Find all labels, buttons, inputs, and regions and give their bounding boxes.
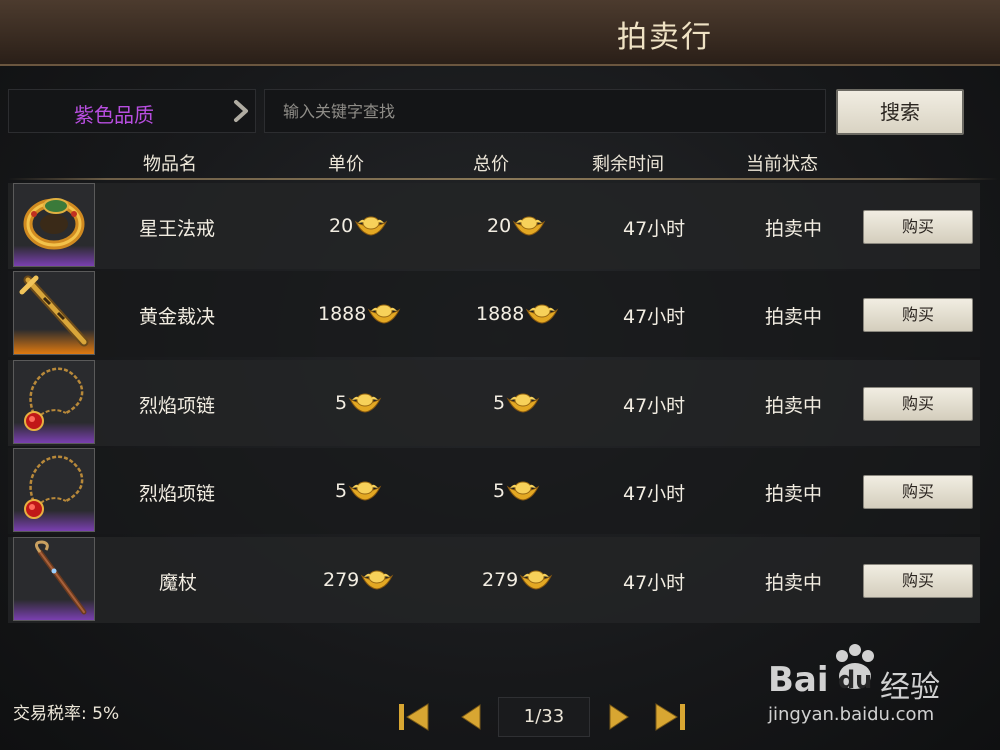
total-price-value: 5 bbox=[493, 392, 506, 414]
auction-status: 拍卖中 bbox=[765, 395, 823, 417]
item-slot[interactable] bbox=[13, 448, 95, 532]
tax-rate: 交易税率: 5% bbox=[13, 704, 120, 724]
table-row[interactable]: 星王法戒 20 20 47小时 拍卖中 购买 bbox=[8, 183, 980, 269]
item-slot[interactable] bbox=[13, 271, 95, 355]
header-divider bbox=[8, 178, 998, 180]
remaining-time: 47小时 bbox=[623, 218, 686, 240]
column-header-total-price: 总价 bbox=[473, 154, 509, 175]
gold-ingot-icon bbox=[526, 304, 559, 324]
chevron-right-icon bbox=[234, 100, 248, 122]
unit-price: 20 bbox=[329, 214, 388, 238]
unit-price-value: 5 bbox=[335, 480, 348, 502]
gold-ingot-icon bbox=[506, 481, 540, 501]
last-page-icon[interactable] bbox=[652, 700, 688, 734]
item-name: 烈焰项链 bbox=[139, 395, 216, 417]
necklace-icon bbox=[24, 367, 84, 431]
buy-button[interactable]: 购买 bbox=[863, 298, 973, 332]
search-input[interactable] bbox=[264, 89, 826, 133]
total-price: 5 bbox=[493, 479, 540, 503]
watermark-brand: Bai bbox=[768, 660, 829, 700]
column-header-remaining-time: 剩余时间 bbox=[592, 154, 664, 175]
table-row[interactable]: 烈焰项链 5 5 47小时 拍卖中 购买 bbox=[8, 360, 980, 446]
item-name: 星王法戒 bbox=[139, 218, 216, 240]
remaining-time: 47小时 bbox=[623, 306, 686, 328]
remaining-time: 47小时 bbox=[623, 395, 686, 417]
column-header-unit-price: 单价 bbox=[328, 154, 364, 175]
ring-icon bbox=[23, 198, 85, 250]
title-bar: 拍卖行 bbox=[0, 0, 1000, 66]
gold-ingot-icon bbox=[519, 570, 553, 590]
table-row[interactable]: 烈焰项链 5 5 47小时 拍卖中 购买 bbox=[8, 448, 980, 534]
gold-ingot-icon bbox=[360, 570, 394, 590]
next-page-icon[interactable] bbox=[600, 700, 636, 734]
total-price-value: 279 bbox=[482, 569, 519, 591]
table-row[interactable]: 黄金裁决 1888 1888 47小时 拍卖中 购买 bbox=[8, 271, 980, 357]
first-page-icon[interactable] bbox=[396, 700, 432, 734]
total-price-value: 5 bbox=[493, 480, 506, 502]
remaining-time: 47小时 bbox=[623, 483, 686, 505]
watermark-brand-du: du bbox=[838, 666, 873, 694]
unit-price: 279 bbox=[323, 568, 394, 592]
gold-ingot-icon bbox=[506, 393, 540, 413]
gold-ingot-icon bbox=[512, 216, 546, 236]
total-price: 5 bbox=[493, 391, 540, 415]
buy-button[interactable]: 购买 bbox=[863, 475, 973, 509]
item-name: 黄金裁决 bbox=[139, 306, 216, 328]
auction-status: 拍卖中 bbox=[765, 483, 823, 505]
auction-status: 拍卖中 bbox=[765, 572, 823, 594]
item-name: 魔杖 bbox=[159, 572, 198, 594]
item-slot[interactable] bbox=[13, 537, 95, 621]
unit-price-value: 5 bbox=[335, 392, 348, 414]
auction-status: 拍卖中 bbox=[765, 306, 823, 328]
quality-filter-label: 紫色品质 bbox=[74, 103, 154, 127]
item-name: 烈焰项链 bbox=[139, 483, 216, 505]
page-indicator: 1/33 bbox=[498, 697, 590, 737]
necklace-icon bbox=[24, 455, 84, 519]
gold-ingot-icon bbox=[368, 304, 401, 324]
remaining-time: 47小时 bbox=[623, 572, 686, 594]
watermark-jingyan: 经验 bbox=[880, 670, 940, 705]
total-price: 20 bbox=[487, 214, 546, 238]
table-row[interactable]: 魔杖 279 279 47小时 拍卖中 购买 bbox=[8, 537, 980, 623]
gold-ingot-icon bbox=[348, 393, 382, 413]
search-button[interactable]: 搜索 bbox=[836, 89, 964, 135]
staff-icon bbox=[35, 540, 87, 615]
column-header-name: 物品名 bbox=[143, 154, 197, 175]
buy-button[interactable]: 购买 bbox=[863, 387, 973, 421]
unit-price: 5 bbox=[335, 391, 382, 415]
total-price: 279 bbox=[482, 568, 553, 592]
previous-page-icon[interactable] bbox=[454, 700, 490, 734]
total-price-value: 20 bbox=[487, 215, 512, 237]
item-slot[interactable] bbox=[13, 360, 95, 444]
baidu-jingyan-watermark: Bai du 经验 jingyan.baidu.com bbox=[768, 640, 968, 730]
unit-price-value: 1888 bbox=[318, 303, 367, 325]
buy-button[interactable]: 购买 bbox=[863, 210, 973, 244]
item-slot[interactable] bbox=[13, 183, 95, 267]
buy-button[interactable]: 购买 bbox=[863, 564, 973, 598]
column-header-status: 当前状态 bbox=[746, 154, 818, 175]
watermark-url: jingyan.baidu.com bbox=[768, 704, 935, 725]
unit-price-value: 20 bbox=[329, 215, 354, 237]
total-price: 1888 bbox=[476, 302, 559, 326]
unit-price-value: 279 bbox=[323, 569, 360, 591]
unit-price: 5 bbox=[335, 479, 382, 503]
quality-filter[interactable]: 紫色品质 bbox=[8, 89, 256, 133]
gold-ingot-icon bbox=[354, 216, 388, 236]
total-price-value: 1888 bbox=[476, 303, 525, 325]
gold-ingot-icon bbox=[348, 481, 382, 501]
window-title: 拍卖行 bbox=[617, 20, 713, 55]
golden-sword-icon bbox=[19, 275, 89, 347]
auction-status: 拍卖中 bbox=[765, 218, 823, 240]
unit-price: 1888 bbox=[318, 302, 401, 326]
